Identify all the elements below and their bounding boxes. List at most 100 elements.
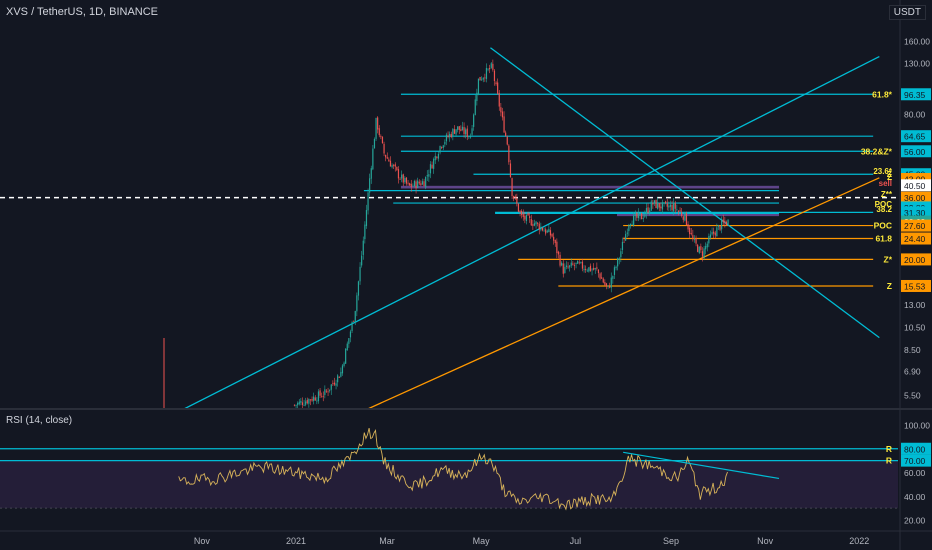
candle-body [506,136,508,145]
candle-body [452,128,454,137]
candle-body [578,262,580,264]
candle-body [641,213,643,220]
candle-body [461,126,464,131]
rsi-tick-1: 80.00 [904,444,926,454]
candle-body [697,244,699,252]
candle-body [703,248,705,259]
candle-body [573,265,576,266]
candle-body [700,246,702,251]
candle-body [577,260,579,264]
candle-body [514,196,516,198]
candle-body [548,228,550,233]
zone-0 [400,185,780,189]
price-tick-1: 130.00 [904,58,930,68]
candle-body [393,165,395,166]
candle-body [721,219,723,230]
candle-body [708,236,710,244]
candle-body [546,230,548,233]
candle-body [303,404,305,406]
candle-body [668,205,670,208]
candle-body [660,206,662,209]
candle-body [580,261,582,263]
candle-body [460,129,462,131]
candle-body [698,246,700,254]
candle-body [513,196,515,198]
candle-body [657,202,659,209]
candle-body [621,241,624,250]
candle-body [343,362,345,366]
candle-body [481,79,483,81]
candle-body [586,270,588,272]
candle-body [557,251,560,255]
candle-body [378,128,380,136]
candle-body [300,400,302,403]
candle-body [509,163,512,178]
chart-canvas[interactable]: 61.8*38.2&Z*ZPOC61.8Z*Z23.6*ZsellZ**POC3… [0,0,932,550]
annotation-5: 38.2 [876,205,892,214]
candle-body [679,210,681,212]
price-tick-3: 80.00 [904,109,926,119]
candle-body [591,269,593,271]
candle-body [516,198,518,204]
candle-body [599,273,601,279]
candle-body [436,156,438,158]
candle-body [690,233,692,235]
candle-body [701,251,704,257]
candle-body [604,281,606,285]
price-tick-2: 96.35 [904,90,926,100]
candle-body [439,145,441,153]
rsi-band [0,460,898,509]
main-panel [0,0,932,408]
candle-body [676,209,678,211]
candle-body [306,399,308,404]
candle-body [340,371,342,377]
candle-body [661,202,664,210]
candle-body [673,202,675,212]
candle-body [335,383,337,386]
candle-body [692,235,694,240]
price-tick-0: 160.00 [904,37,930,47]
candle-body [354,310,356,322]
candle-body [402,174,404,183]
candle-body [645,208,648,214]
price-tick-5: 56.00 [904,147,926,157]
candle-body [610,277,612,288]
candle-body [370,168,372,179]
candle-body [377,117,379,130]
candle-body [447,135,449,138]
candle-body [473,114,475,127]
candle-body [593,267,595,270]
candle-body [329,389,331,391]
candle-body [607,285,609,287]
candle-body [605,283,608,287]
candle-body [383,143,385,154]
candle-body [372,148,374,170]
candle-body [469,136,472,138]
candle-body [434,155,436,161]
candle-body [445,134,448,142]
candle-body [463,127,465,134]
currency-unit[interactable]: USDT [888,5,926,20]
candle-body [693,238,696,240]
candle-body [405,177,408,184]
candle-body [575,262,577,264]
candle-body [545,229,547,234]
candle-body [391,165,393,168]
candle-body [725,221,728,226]
annotation-2: sell [879,179,892,188]
candle-body [359,266,361,282]
candle-body [521,210,523,215]
candle-body [620,251,622,258]
candle-body [684,212,686,221]
candle-body [497,82,499,94]
candle-body [421,181,424,185]
time-tick-6: Nov [757,536,774,546]
candle-body [404,177,406,183]
candle-body [396,166,398,170]
candle-body [505,132,507,136]
candle-body [293,404,296,406]
candle-body [671,204,673,211]
candle-body [565,265,568,268]
level-label-11: Z [887,281,892,291]
candle-body [581,261,584,269]
